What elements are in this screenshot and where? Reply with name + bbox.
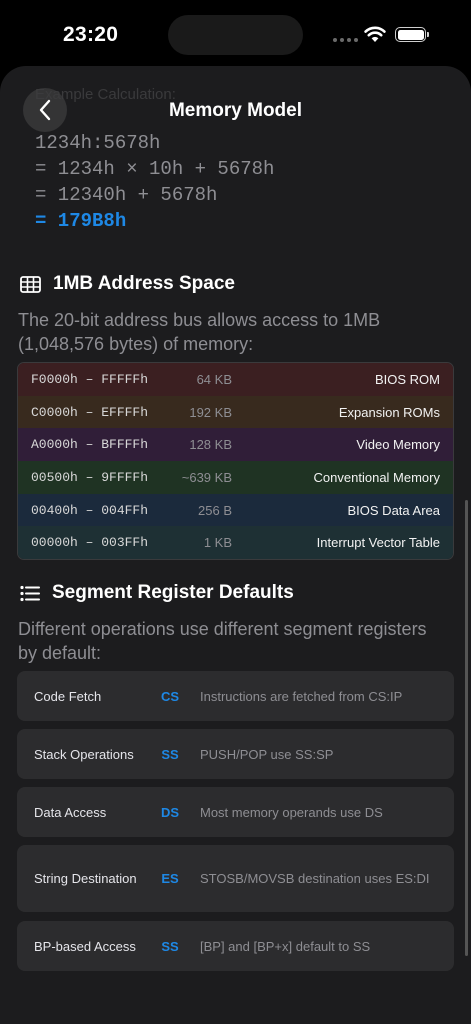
calc-line: = 1234h × 10h + 5678h [35,158,275,180]
calculation-block: 1234h:5678h = 1234h × 10h + 5678h = 1234… [35,130,274,234]
operation-description: STOSB/MOVSB destination uses ES:DI [200,871,430,886]
region-size: 1 KB [203,535,232,551]
operation-label: BP-based Access [34,938,136,954]
region-size: 128 KB [189,437,232,453]
memory-region-row: 00400h – 004FFh 256 B BIOS Data Area [18,493,453,527]
memory-model-sheet: Example Calculation: 1234h:5678h = 1234h… [0,66,471,1024]
memory-map: F0000h – FFFFFh 64 KB BIOS ROM C0000h – EFF… [17,362,454,561]
cellular-signal-icon [333,38,358,42]
memory-region-row: F0000h – FFFFFh 64 KB BIOS ROM [18,363,453,396]
segment-default-card: Code Fetch CS Instructions are fetched fro… [17,671,454,721]
section-title: Segment Register Defaults [52,582,294,603]
page-title: Memory Model [168,100,303,121]
segment-register: SS [161,746,179,762]
list-bullet-icon [20,585,40,601]
region-name: Conventional Memory [313,469,440,485]
operation-label: Code Fetch [34,688,102,704]
region-range: 00000h – 003FFh [31,535,149,551]
region-range: 00400h – 004FFh [31,502,149,518]
scrollbar[interactable] [465,500,468,956]
memory-region-row: C0000h – EFFFFh 192 KB Expansion ROMs [18,395,453,429]
segment-default-card: BP-based Access SS [BP] and [BP+x] default… [17,921,454,971]
region-size: 256 B [198,502,232,518]
region-size: 192 KB [189,404,232,420]
address-space-description: The 20-bit address bus allows access to … [18,310,381,354]
region-range: A0000h – BFFFFh [31,437,149,453]
calc-line: = 12340h + 5678h [35,184,218,206]
operation-description: Instructions are fetched from CS:IP [200,688,403,704]
operation-label: Data Access [34,804,107,820]
operation-label: Stack Operations [34,746,134,762]
section-title: 1MB Address Space [53,273,235,294]
status-bar: 23:20 [0,0,471,66]
segment-register: DS [160,804,180,820]
table-grid-icon [20,275,41,293]
region-range: F0000h – FFFFFh [31,371,149,387]
battery-icon [395,27,429,42]
segment-register: SS [161,938,179,954]
region-name: BIOS Data Area [347,502,441,518]
status-time: 23:20 [63,23,119,46]
region-size: ~639 KB [181,469,232,485]
address-space-heading: 1MB Address Space [20,273,235,295]
segment-register: CS [160,688,180,704]
segment-default-card: Data Access DS Most memory operands use DS [17,787,454,837]
operation-label: String Destination [34,871,137,886]
memory-region-row: 00500h – 9FFFFh ~639 KB Conventional Memor… [18,461,453,494]
operation-description: [BP] and [BP+x] default to SS [200,938,371,954]
region-name: Interrupt Vector Table [316,535,440,551]
calc-line: 1234h:5678h [35,132,161,154]
region-range: 00500h – 9FFFFh [31,469,149,485]
segment-default-card: Stack Operations SS PUSH/POP use SS:SP [17,729,454,779]
dynamic-island [168,15,303,55]
calc-result: = 179B8h [35,210,127,232]
region-name: Expansion ROMs [338,404,440,420]
region-size: 64 KB [196,371,232,387]
memory-region-row: A0000h – BFFFFh 128 KB Video Memory [18,428,453,462]
segment-defaults-description: Different operations use different segme… [18,619,427,663]
segment-default-card: String Destination ES STOSB/MOVSB destinat… [17,845,454,912]
operation-description: PUSH/POP use SS:SP [200,746,334,762]
region-name: Video Memory [356,437,440,453]
region-range: C0000h – EFFFFh [31,404,149,420]
memory-region-row: 00000h – 003FFh 1 KB Interrupt Vector Tabl… [18,526,453,560]
segment-defaults-heading: Segment Register Defaults [20,582,294,604]
operation-description: Most memory operands use DS [200,804,383,820]
segment-register: ES [161,871,179,886]
wifi-icon [364,26,386,42]
region-name: BIOS ROM [374,371,440,387]
